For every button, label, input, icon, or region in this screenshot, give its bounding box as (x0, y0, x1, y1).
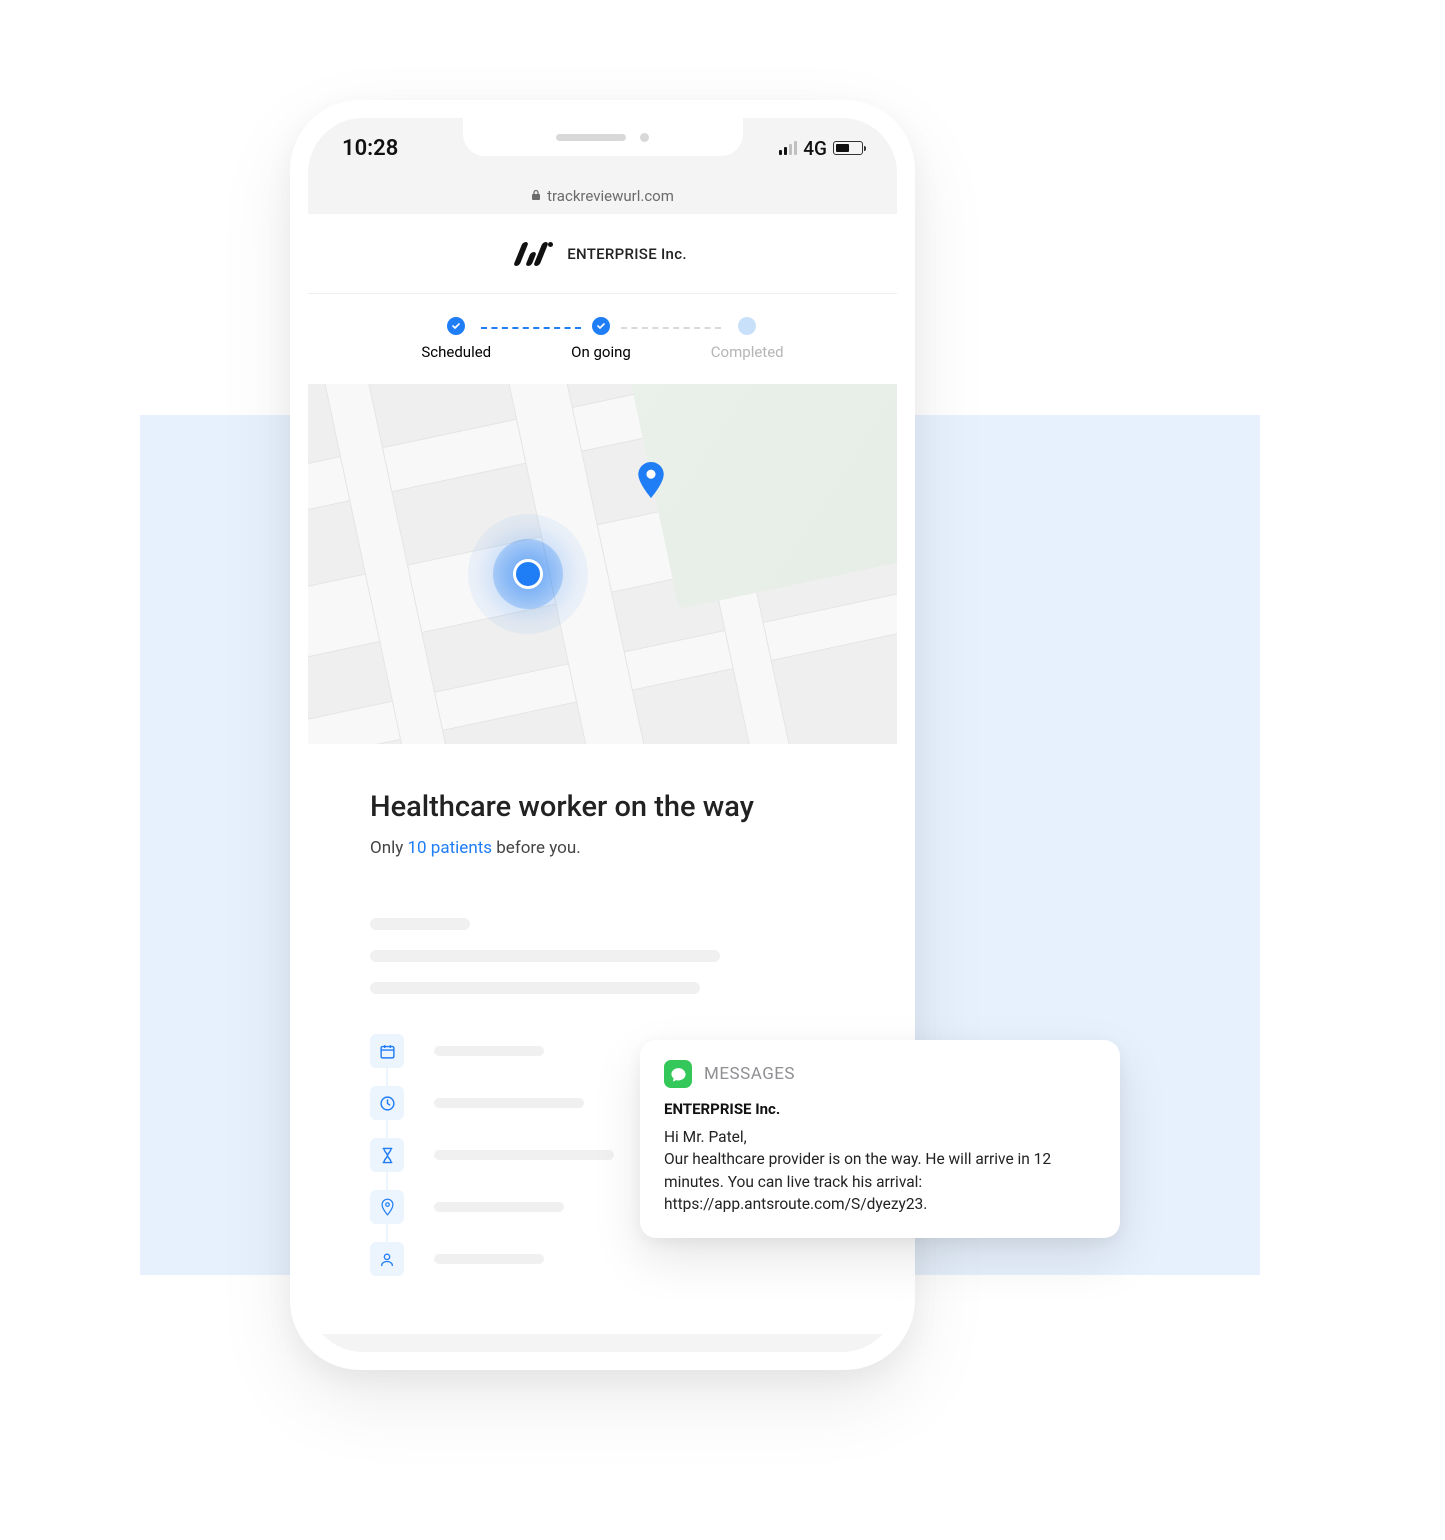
person-icon (370, 1242, 404, 1276)
detail-placeholder (434, 1202, 564, 1212)
front-camera (640, 133, 649, 142)
browser-url-bar[interactable]: trackreviewurl.com (308, 178, 897, 214)
step-connector (481, 327, 581, 329)
message-notification[interactable]: MESSAGES ENTERPRISE Inc. Hi Mr. Patel,Ou… (640, 1040, 1120, 1238)
signal-icon (779, 141, 797, 155)
notification-app-name: MESSAGES (704, 1064, 795, 1084)
company-name: ENTERPRISE Inc. (567, 245, 687, 263)
messages-app-icon (664, 1060, 692, 1088)
clock-icon (370, 1086, 404, 1120)
detail-placeholder (434, 1150, 614, 1160)
network-type: 4G (803, 137, 827, 160)
battery-icon (833, 141, 863, 155)
step-connector (621, 327, 721, 329)
loading-skeleton-block (370, 918, 835, 994)
patient-count: 10 patients (407, 838, 492, 858)
calendar-icon (370, 1034, 404, 1068)
detail-placeholder (434, 1046, 544, 1056)
step-dot-done (592, 317, 610, 335)
step-dot-future (738, 317, 756, 335)
destination-pin-icon (638, 462, 664, 498)
queue-position-text: Only 10 patients before you. (370, 838, 835, 858)
speaker-grille (556, 134, 626, 141)
step-completed: Completed (711, 317, 784, 361)
progress-tracker: Scheduled On going Completed (308, 294, 897, 384)
pin-icon (370, 1190, 404, 1224)
notification-body: Hi Mr. Patel,Our healthcare provider is … (664, 1126, 1096, 1216)
hourglass-icon (370, 1138, 404, 1172)
map-background (308, 384, 897, 744)
detail-row (370, 1242, 835, 1276)
detail-placeholder (434, 1098, 584, 1108)
page-title: Healthcare worker on the way (370, 790, 835, 824)
lock-icon (531, 189, 541, 204)
notification-sender: ENTERPRISE Inc. (664, 1100, 1096, 1118)
step-label: Completed (711, 343, 784, 361)
detail-placeholder (434, 1254, 544, 1264)
step-dot-done (447, 317, 465, 335)
current-location-marker (468, 514, 588, 634)
company-logo-icon (518, 242, 553, 266)
company-header: ENTERPRISE Inc. (308, 214, 897, 294)
url-text: trackreviewurl.com (547, 187, 674, 205)
step-ongoing: On going (571, 317, 631, 361)
status-time: 10:28 (342, 136, 398, 161)
tracking-map[interactable] (308, 384, 897, 744)
status-card: Healthcare worker on the way Only 10 pat… (308, 744, 897, 1334)
step-scheduled: Scheduled (421, 317, 491, 361)
step-label: Scheduled (421, 343, 491, 361)
phone-notch (463, 118, 743, 156)
step-label: On going (571, 343, 631, 361)
